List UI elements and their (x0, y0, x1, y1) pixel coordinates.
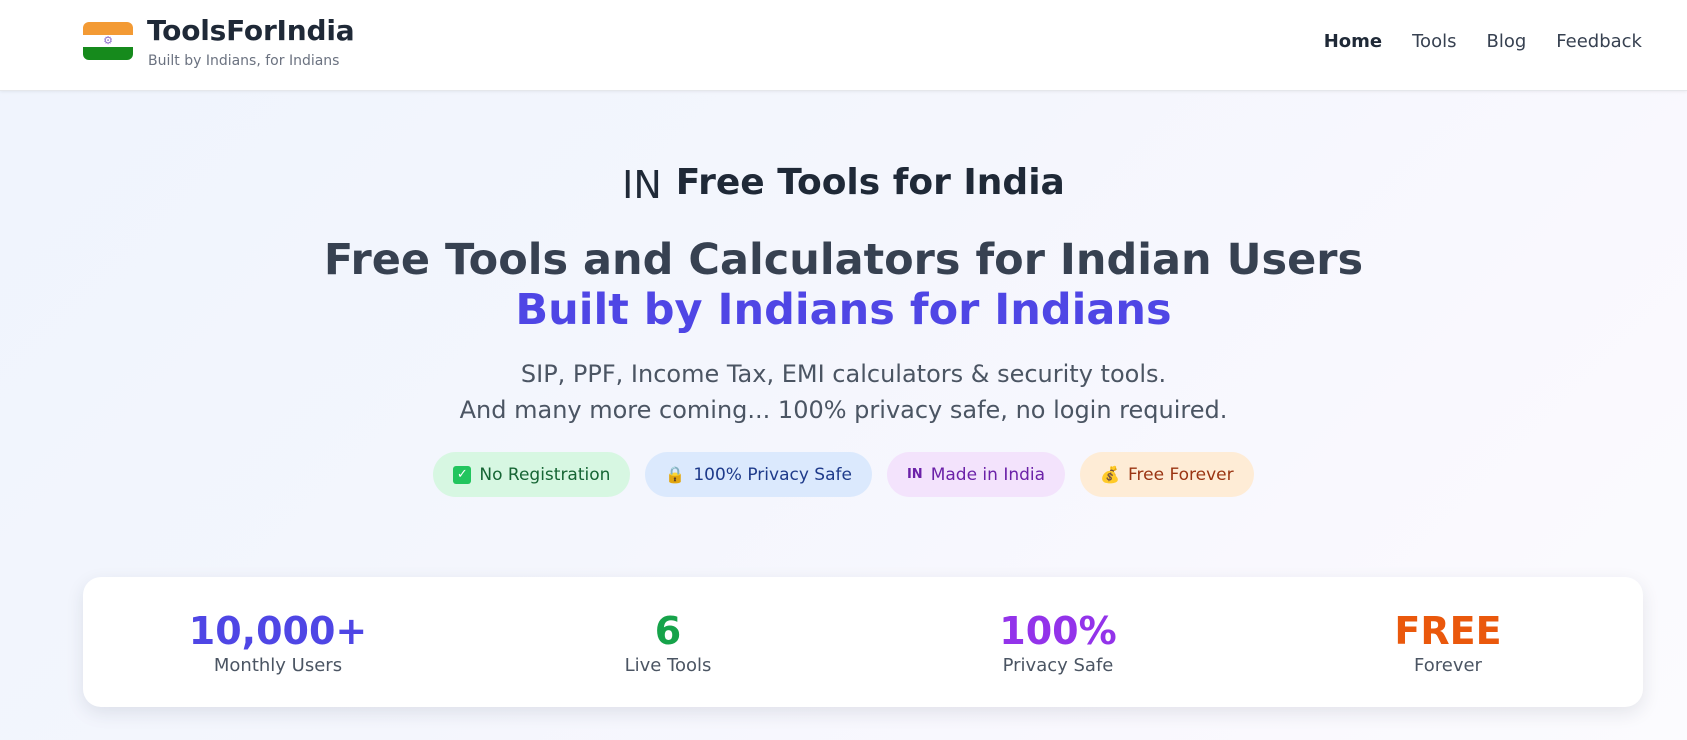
flag-saffron-band (83, 22, 133, 35)
stat-monthly-users: 10,000+ Monthly Users (83, 577, 473, 707)
hero-kicker: IN Free Tools for India (0, 162, 1687, 207)
brand-title[interactable]: ToolsForIndia (147, 14, 355, 47)
hero-title: Free Tools and Calculators for Indian Us… (323, 235, 1364, 285)
money-bag-icon: 💰 (1100, 465, 1120, 484)
nav-blog[interactable]: Blog (1486, 31, 1526, 52)
badge-no-registration: ✓ No Registration (433, 452, 631, 497)
flag-white-band: ⚙ (83, 34, 133, 48)
stat-label: Forever (1414, 654, 1482, 676)
stat-value: FREE (1394, 608, 1502, 653)
india-flag-icon: IN (622, 163, 662, 207)
stat-free-forever: FREE Forever (1253, 577, 1643, 707)
stat-privacy-safe: 100% Privacy Safe (863, 577, 1253, 707)
site-header: ⚙ ToolsForIndia Built by Indians, for In… (0, 0, 1687, 91)
nav-feedback[interactable]: Feedback (1556, 31, 1642, 52)
stat-value: 6 (654, 608, 682, 653)
page: ⚙ ToolsForIndia Built by Indians, for In… (0, 0, 1687, 740)
flag-green-band (83, 47, 133, 60)
badge-privacy-safe: 🔒 100% Privacy Safe (645, 452, 872, 497)
stat-label: Monthly Users (213, 654, 343, 676)
stat-live-tools: 6 Live Tools (473, 577, 863, 707)
hero-description: SIP, PPF, Income Tax, EMI calculators & … (0, 356, 1687, 428)
badge-label: Free Forever (1127, 464, 1234, 485)
chakra-icon: ⚙ (103, 34, 113, 48)
india-flag-icon: IN (906, 467, 923, 482)
stats-card: 10,000+ Monthly Users 6 Live Tools 100% … (83, 577, 1643, 707)
badge-label: Made in India (930, 464, 1046, 485)
brand-tagline: Built by Indians, for Indians (148, 53, 340, 69)
stat-label: Privacy Safe (1002, 654, 1114, 676)
hero-description-line1: SIP, PPF, Income Tax, EMI calculators & … (520, 360, 1167, 388)
badge-made-in-india: IN Made in India (886, 452, 1066, 497)
badge-label: No Registration (479, 464, 611, 485)
hero-description-line2: And many more coming... 100% privacy saf… (459, 396, 1228, 424)
badge-label: 100% Privacy Safe (693, 464, 852, 485)
lock-icon: 🔒 (665, 465, 686, 484)
stat-label: Live Tools (624, 654, 712, 676)
hero-kicker-text: Free Tools for India (675, 162, 1065, 203)
hero-subtitle: Built by Indians for Indians (515, 285, 1172, 335)
nav-tools[interactable]: Tools (1412, 31, 1456, 52)
check-box-icon: ✓ (453, 465, 472, 484)
india-flag-logo-icon[interactable]: ⚙ (83, 22, 133, 60)
stat-value: 100% (999, 608, 1117, 653)
main-nav: Home Tools Blog Feedback (1324, 31, 1642, 52)
feature-badges: ✓ No Registration 🔒 100% Privacy Safe IN… (0, 452, 1687, 497)
badge-free-forever: 💰 Free Forever (1080, 452, 1254, 497)
stat-value: 10,000+ (188, 608, 368, 653)
nav-home[interactable]: Home (1324, 31, 1382, 52)
